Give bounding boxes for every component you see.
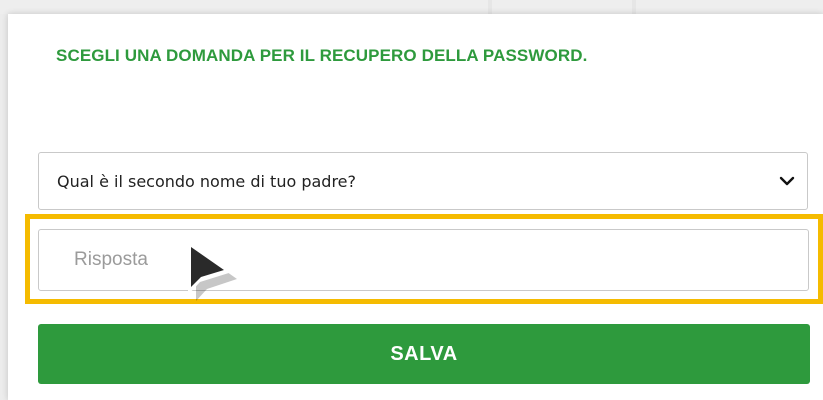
top-strip-segment xyxy=(492,0,632,14)
top-strip-segment xyxy=(636,0,823,14)
page-title: SCEGLI UNA DOMANDA PER IL RECUPERO DELLA… xyxy=(56,46,588,65)
chevron-down-icon xyxy=(779,176,795,186)
answer-input[interactable] xyxy=(38,229,809,291)
top-strip-segment xyxy=(0,0,488,14)
security-question-select[interactable]: Qual è il secondo nome di tuo padre? xyxy=(38,152,808,210)
security-question-selected-value: Qual è il secondo nome di tuo padre? xyxy=(57,172,357,191)
save-button[interactable]: SALVA xyxy=(38,324,810,384)
browser-top-strip xyxy=(0,0,823,14)
